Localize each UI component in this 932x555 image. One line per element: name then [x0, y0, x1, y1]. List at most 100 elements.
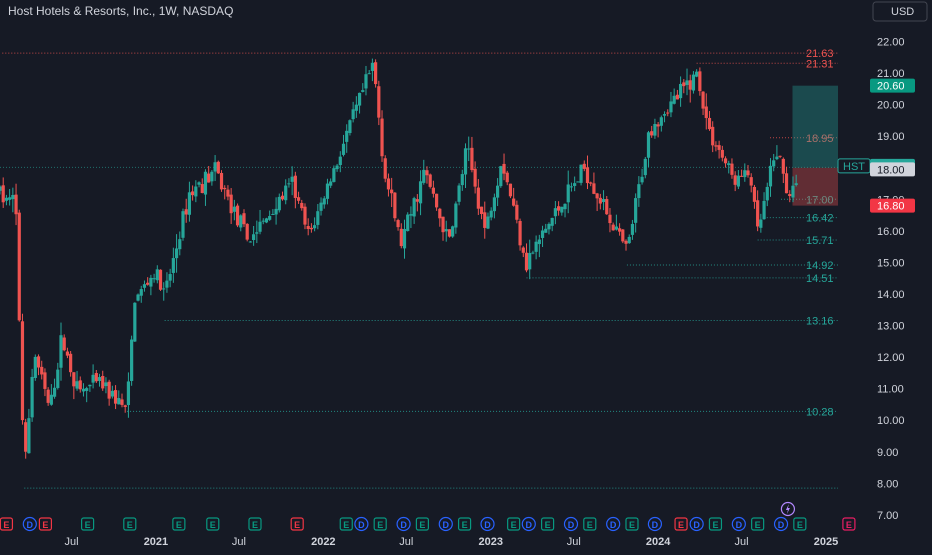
candle-body[interactable]	[592, 183, 596, 194]
candle-body[interactable]	[585, 167, 590, 184]
candle-body[interactable]	[749, 177, 753, 186]
candle-body[interactable]	[701, 91, 705, 109]
candle-body[interactable]	[573, 183, 577, 186]
candle-body[interactable]	[653, 123, 657, 136]
candle-body[interactable]	[210, 171, 214, 182]
candle-body[interactable]	[158, 269, 163, 290]
candle-body[interactable]	[589, 182, 593, 184]
candle-body[interactable]	[778, 155, 782, 157]
candle-body[interactable]	[637, 184, 641, 199]
candle-body[interactable]	[242, 213, 246, 225]
candle-body[interactable]	[772, 160, 776, 167]
candle-body[interactable]	[451, 226, 455, 237]
earnings-marker[interactable]: E	[206, 517, 220, 531]
earnings-marker[interactable]: E	[373, 517, 387, 531]
candle-body[interactable]	[303, 206, 307, 225]
candle-body[interactable]	[97, 377, 102, 381]
candle-body[interactable]	[120, 399, 124, 405]
earnings-marker[interactable]: E	[583, 517, 597, 531]
candle-body[interactable]	[374, 62, 378, 85]
candle-body[interactable]	[608, 214, 612, 224]
candle-body[interactable]	[646, 132, 651, 158]
candle-body[interactable]	[319, 202, 323, 211]
candle-body[interactable]	[630, 223, 635, 235]
candle-body[interactable]	[152, 278, 156, 280]
candle-body[interactable]	[75, 381, 79, 389]
earnings-marker[interactable]: E	[625, 517, 639, 531]
candle-body[interactable]	[85, 388, 89, 391]
candle-body[interactable]	[698, 71, 702, 92]
dividend-marker[interactable]: D	[480, 516, 495, 532]
candle-body[interactable]	[338, 156, 342, 166]
candle-body[interactable]	[576, 181, 580, 183]
candle-body[interactable]	[463, 148, 468, 175]
candle-body[interactable]	[399, 228, 403, 247]
candle-body[interactable]	[335, 165, 339, 170]
earnings-marker[interactable]: E	[708, 517, 723, 531]
candle-body[interactable]	[351, 109, 355, 120]
candle-body[interactable]	[662, 114, 667, 116]
candle-body[interactable]	[232, 206, 236, 212]
candle-body[interactable]	[11, 194, 15, 200]
candle-body[interactable]	[402, 229, 407, 249]
candle-body[interactable]	[521, 247, 525, 253]
candle-body[interactable]	[499, 166, 503, 187]
candle-body[interactable]	[524, 252, 529, 271]
candle-body[interactable]	[187, 192, 192, 215]
candle-body[interactable]	[467, 148, 471, 150]
earnings-marker[interactable]: E	[842, 517, 856, 531]
candle-body[interactable]	[354, 104, 358, 111]
candle-body[interactable]	[756, 200, 760, 227]
events-row[interactable]: E ED E E E E E E E D E D E D E D E D E D E D E D E D E D E D E E	[0, 501, 856, 532]
dividend-marker[interactable]: D	[606, 516, 621, 532]
candle-body[interactable]	[4, 197, 9, 201]
candle-body[interactable]	[59, 335, 63, 368]
price-chart[interactable]: 21.6321.3118.9517.0016.4215.7114.9214.51…	[0, 0, 932, 550]
candle-body[interactable]	[717, 145, 721, 150]
candle-body[interactable]	[146, 282, 150, 285]
earnings-marker[interactable]: E	[339, 517, 353, 531]
candle-body[interactable]	[695, 71, 699, 77]
candle-body[interactable]	[313, 225, 317, 229]
candle-body[interactable]	[393, 192, 397, 219]
candle-body[interactable]	[17, 212, 21, 321]
candle-body[interactable]	[775, 156, 779, 160]
candle-body[interactable]	[528, 253, 532, 270]
candle-body[interactable]	[126, 381, 131, 406]
candle-body[interactable]	[27, 418, 31, 454]
candle-body[interactable]	[277, 196, 281, 211]
candle-body[interactable]	[341, 143, 346, 155]
candle-body[interactable]	[605, 199, 609, 215]
candle-body[interactable]	[332, 168, 336, 182]
candle-body[interactable]	[659, 117, 663, 126]
candle-body[interactable]	[707, 117, 712, 130]
candle-body[interactable]	[569, 186, 574, 188]
candle-body[interactable]	[367, 73, 371, 75]
candle-body[interactable]	[412, 198, 416, 217]
candle-body[interactable]	[72, 372, 76, 387]
candle-body[interactable]	[94, 373, 98, 382]
candle-body[interactable]	[634, 198, 638, 223]
candle-body[interactable]	[136, 294, 140, 301]
candle-body[interactable]	[390, 189, 394, 194]
candle-body[interactable]	[441, 216, 445, 233]
candle-body[interactable]	[672, 95, 676, 104]
candle-body[interactable]	[33, 356, 37, 378]
candle-body[interactable]	[422, 169, 426, 183]
candle-body[interactable]	[348, 120, 352, 134]
candle-body[interactable]	[364, 74, 368, 89]
candle-body[interactable]	[563, 203, 567, 210]
dividend-marker[interactable]: D	[438, 516, 453, 532]
earnings-marker[interactable]: E	[415, 517, 429, 531]
candle-body[interactable]	[274, 208, 278, 215]
candle-body[interactable]	[133, 302, 137, 342]
candle-body[interactable]	[386, 178, 391, 190]
candle-body[interactable]	[81, 388, 86, 392]
candle-body[interactable]	[88, 384, 92, 387]
candle-body[interactable]	[287, 183, 291, 185]
candle-body[interactable]	[56, 369, 60, 388]
candle-body[interactable]	[213, 162, 217, 172]
candle-body[interactable]	[791, 185, 795, 198]
candle-body[interactable]	[508, 183, 513, 197]
candle-body[interactable]	[280, 195, 285, 200]
